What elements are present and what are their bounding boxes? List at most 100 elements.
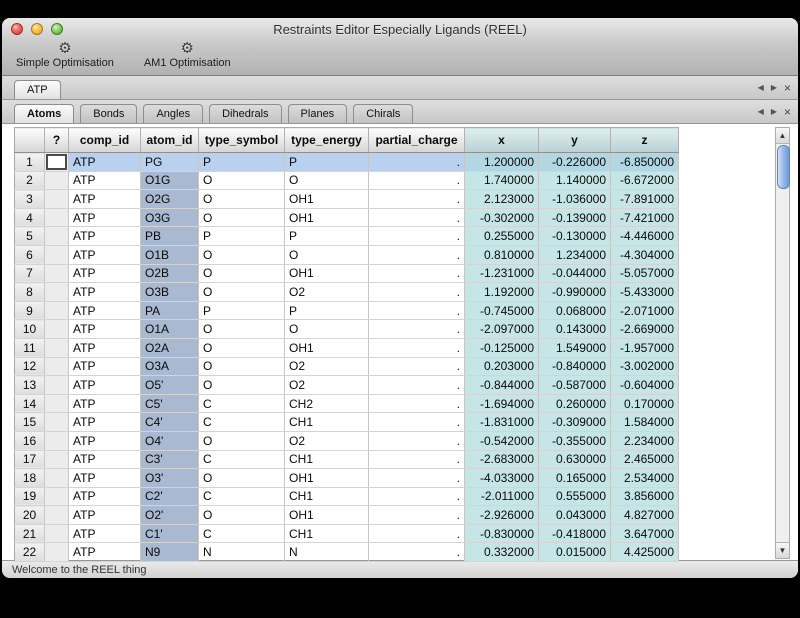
cell-type-symbol[interactable]: C — [199, 487, 285, 506]
cell-partial-charge[interactable]: . — [369, 394, 465, 413]
cell-y[interactable]: -0.990000 — [539, 283, 611, 302]
cell-y[interactable]: 0.068000 — [539, 301, 611, 320]
cell-z[interactable]: -2.071000 — [611, 301, 679, 320]
table-row[interactable]: 8 ATP O3B O O2 . 1.192000 -0.990000 -5.4… — [15, 283, 679, 302]
cell-comp-id[interactable]: ATP — [69, 487, 141, 506]
cell-y[interactable]: 1.140000 — [539, 171, 611, 190]
cell-z[interactable]: -7.891000 — [611, 190, 679, 209]
cell-type-symbol[interactable]: O — [199, 469, 285, 488]
cell-type-symbol[interactable]: O — [199, 431, 285, 450]
table-row[interactable]: 2 ATP O1G O O . 1.740000 1.140000 -6.672… — [15, 171, 679, 190]
cell-type-symbol[interactable]: P — [199, 227, 285, 246]
cell-y[interactable]: 1.234000 — [539, 245, 611, 264]
cell-partial-charge[interactable]: . — [369, 524, 465, 543]
cell-atom-id[interactable]: O4' — [141, 431, 199, 450]
cell-x[interactable]: -0.745000 — [465, 301, 539, 320]
cell-atom-id[interactable]: O5' — [141, 376, 199, 395]
cell-type-symbol[interactable]: O — [199, 320, 285, 339]
row-selector-cell[interactable] — [45, 264, 69, 283]
cell-partial-charge[interactable]: . — [369, 413, 465, 432]
cell-y[interactable]: 0.260000 — [539, 394, 611, 413]
cell-atom-id[interactable]: O3' — [141, 469, 199, 488]
cell-partial-charge[interactable]: . — [369, 450, 465, 469]
cell-type-symbol[interactable]: O — [199, 357, 285, 376]
tab-chirals[interactable]: Chirals — [353, 104, 413, 123]
cell-atom-id[interactable]: O3G — [141, 208, 199, 227]
cell-z[interactable]: -4.304000 — [611, 245, 679, 264]
cell-y[interactable]: -0.355000 — [539, 431, 611, 450]
cell-partial-charge[interactable]: . — [369, 357, 465, 376]
cell-z[interactable]: 3.856000 — [611, 487, 679, 506]
cell-x[interactable]: -1.831000 — [465, 413, 539, 432]
row-selector-cell[interactable] — [45, 469, 69, 488]
cell-comp-id[interactable]: ATP — [69, 301, 141, 320]
tab-atoms[interactable]: Atoms — [14, 104, 74, 123]
column-header-comp-id[interactable]: comp_id — [69, 128, 141, 153]
cell-partial-charge[interactable]: . — [369, 283, 465, 302]
cell-x[interactable]: 2.123000 — [465, 190, 539, 209]
cell-type-energy[interactable]: OH1 — [285, 338, 369, 357]
table-row[interactable]: 16 ATP O4' O O2 . -0.542000 -0.355000 2.… — [15, 431, 679, 450]
cell-y[interactable]: -0.418000 — [539, 524, 611, 543]
cell-x[interactable]: -2.926000 — [465, 506, 539, 525]
cell-x[interactable]: 1.740000 — [465, 171, 539, 190]
cell-type-energy[interactable]: CH1 — [285, 487, 369, 506]
cell-type-symbol[interactable]: P — [199, 153, 285, 172]
cell-type-energy[interactable]: O2 — [285, 357, 369, 376]
column-header-partial-charge[interactable]: partial_charge — [369, 128, 465, 153]
cell-type-energy[interactable]: O2 — [285, 431, 369, 450]
cell-z[interactable]: 2.465000 — [611, 450, 679, 469]
row-selector-cell[interactable] — [45, 413, 69, 432]
table-row[interactable]: 18 ATP O3' O OH1 . -4.033000 0.165000 2.… — [15, 469, 679, 488]
tab-prev-icon[interactable]: ◀ — [758, 84, 764, 92]
cell-partial-charge[interactable]: . — [369, 338, 465, 357]
cell-z[interactable]: -0.604000 — [611, 376, 679, 395]
cell-atom-id[interactable]: O1G — [141, 171, 199, 190]
table-row[interactable]: 1 ATP PG P P . 1.200000 -0.226000 -6.850… — [15, 153, 679, 172]
cell-comp-id[interactable]: ATP — [69, 506, 141, 525]
cell-z[interactable]: -4.446000 — [611, 227, 679, 246]
table-row[interactable]: 12 ATP O3A O O2 . 0.203000 -0.840000 -3.… — [15, 357, 679, 376]
tab-close-icon[interactable]: × — [784, 106, 791, 118]
table-row[interactable]: 22 ATP N9 N N . 0.332000 0.015000 4.4250… — [15, 543, 679, 562]
cell-partial-charge[interactable]: . — [369, 487, 465, 506]
cell-type-symbol[interactable]: N — [199, 543, 285, 562]
cell-atom-id[interactable]: O2A — [141, 338, 199, 357]
cell-comp-id[interactable]: ATP — [69, 376, 141, 395]
row-selector-cell[interactable] — [45, 190, 69, 209]
zoom-window-button[interactable] — [51, 23, 63, 35]
cell-type-energy[interactable]: P — [285, 227, 369, 246]
tab-next-icon[interactable]: ▶ — [771, 84, 777, 92]
scroll-down-button[interactable]: ▼ — [776, 542, 789, 558]
cell-x[interactable]: -0.125000 — [465, 338, 539, 357]
tab-next-icon[interactable]: ▶ — [771, 108, 777, 116]
cell-x[interactable]: 1.200000 — [465, 153, 539, 172]
column-header-atom-id[interactable]: atom_id — [141, 128, 199, 153]
cell-y[interactable]: 0.043000 — [539, 506, 611, 525]
cell-partial-charge[interactable]: . — [369, 506, 465, 525]
cell-z[interactable]: -2.669000 — [611, 320, 679, 339]
tab-prev-icon[interactable]: ◀ — [758, 108, 764, 116]
cell-comp-id[interactable]: ATP — [69, 543, 141, 562]
cell-z[interactable]: 4.425000 — [611, 543, 679, 562]
table-row[interactable]: 6 ATP O1B O O . 0.810000 1.234000 -4.304… — [15, 245, 679, 264]
row-selector-cell[interactable] — [45, 283, 69, 302]
cell-partial-charge[interactable]: . — [369, 245, 465, 264]
cell-z[interactable]: 1.584000 — [611, 413, 679, 432]
row-selector-cell[interactable] — [45, 543, 69, 562]
cell-type-energy[interactable]: OH1 — [285, 208, 369, 227]
cell-z[interactable]: 2.534000 — [611, 469, 679, 488]
cell-type-energy[interactable]: CH1 — [285, 450, 369, 469]
cell-y[interactable]: -0.840000 — [539, 357, 611, 376]
tab-angles[interactable]: Angles — [143, 104, 203, 123]
cell-partial-charge[interactable]: . — [369, 431, 465, 450]
cell-atom-id[interactable]: C1' — [141, 524, 199, 543]
simple-optimisation-button[interactable]: ⚙ Simple Optimisation — [16, 40, 114, 70]
table-row[interactable]: 13 ATP O5' O O2 . -0.844000 -0.587000 -0… — [15, 376, 679, 395]
title-bar[interactable]: Restraints Editor Especially Ligands (RE… — [2, 18, 798, 40]
cell-y[interactable]: 0.015000 — [539, 543, 611, 562]
cell-x[interactable]: -1.694000 — [465, 394, 539, 413]
row-selector-cell[interactable] — [45, 431, 69, 450]
column-header-z[interactable]: z — [611, 128, 679, 153]
cell-partial-charge[interactable]: . — [369, 320, 465, 339]
